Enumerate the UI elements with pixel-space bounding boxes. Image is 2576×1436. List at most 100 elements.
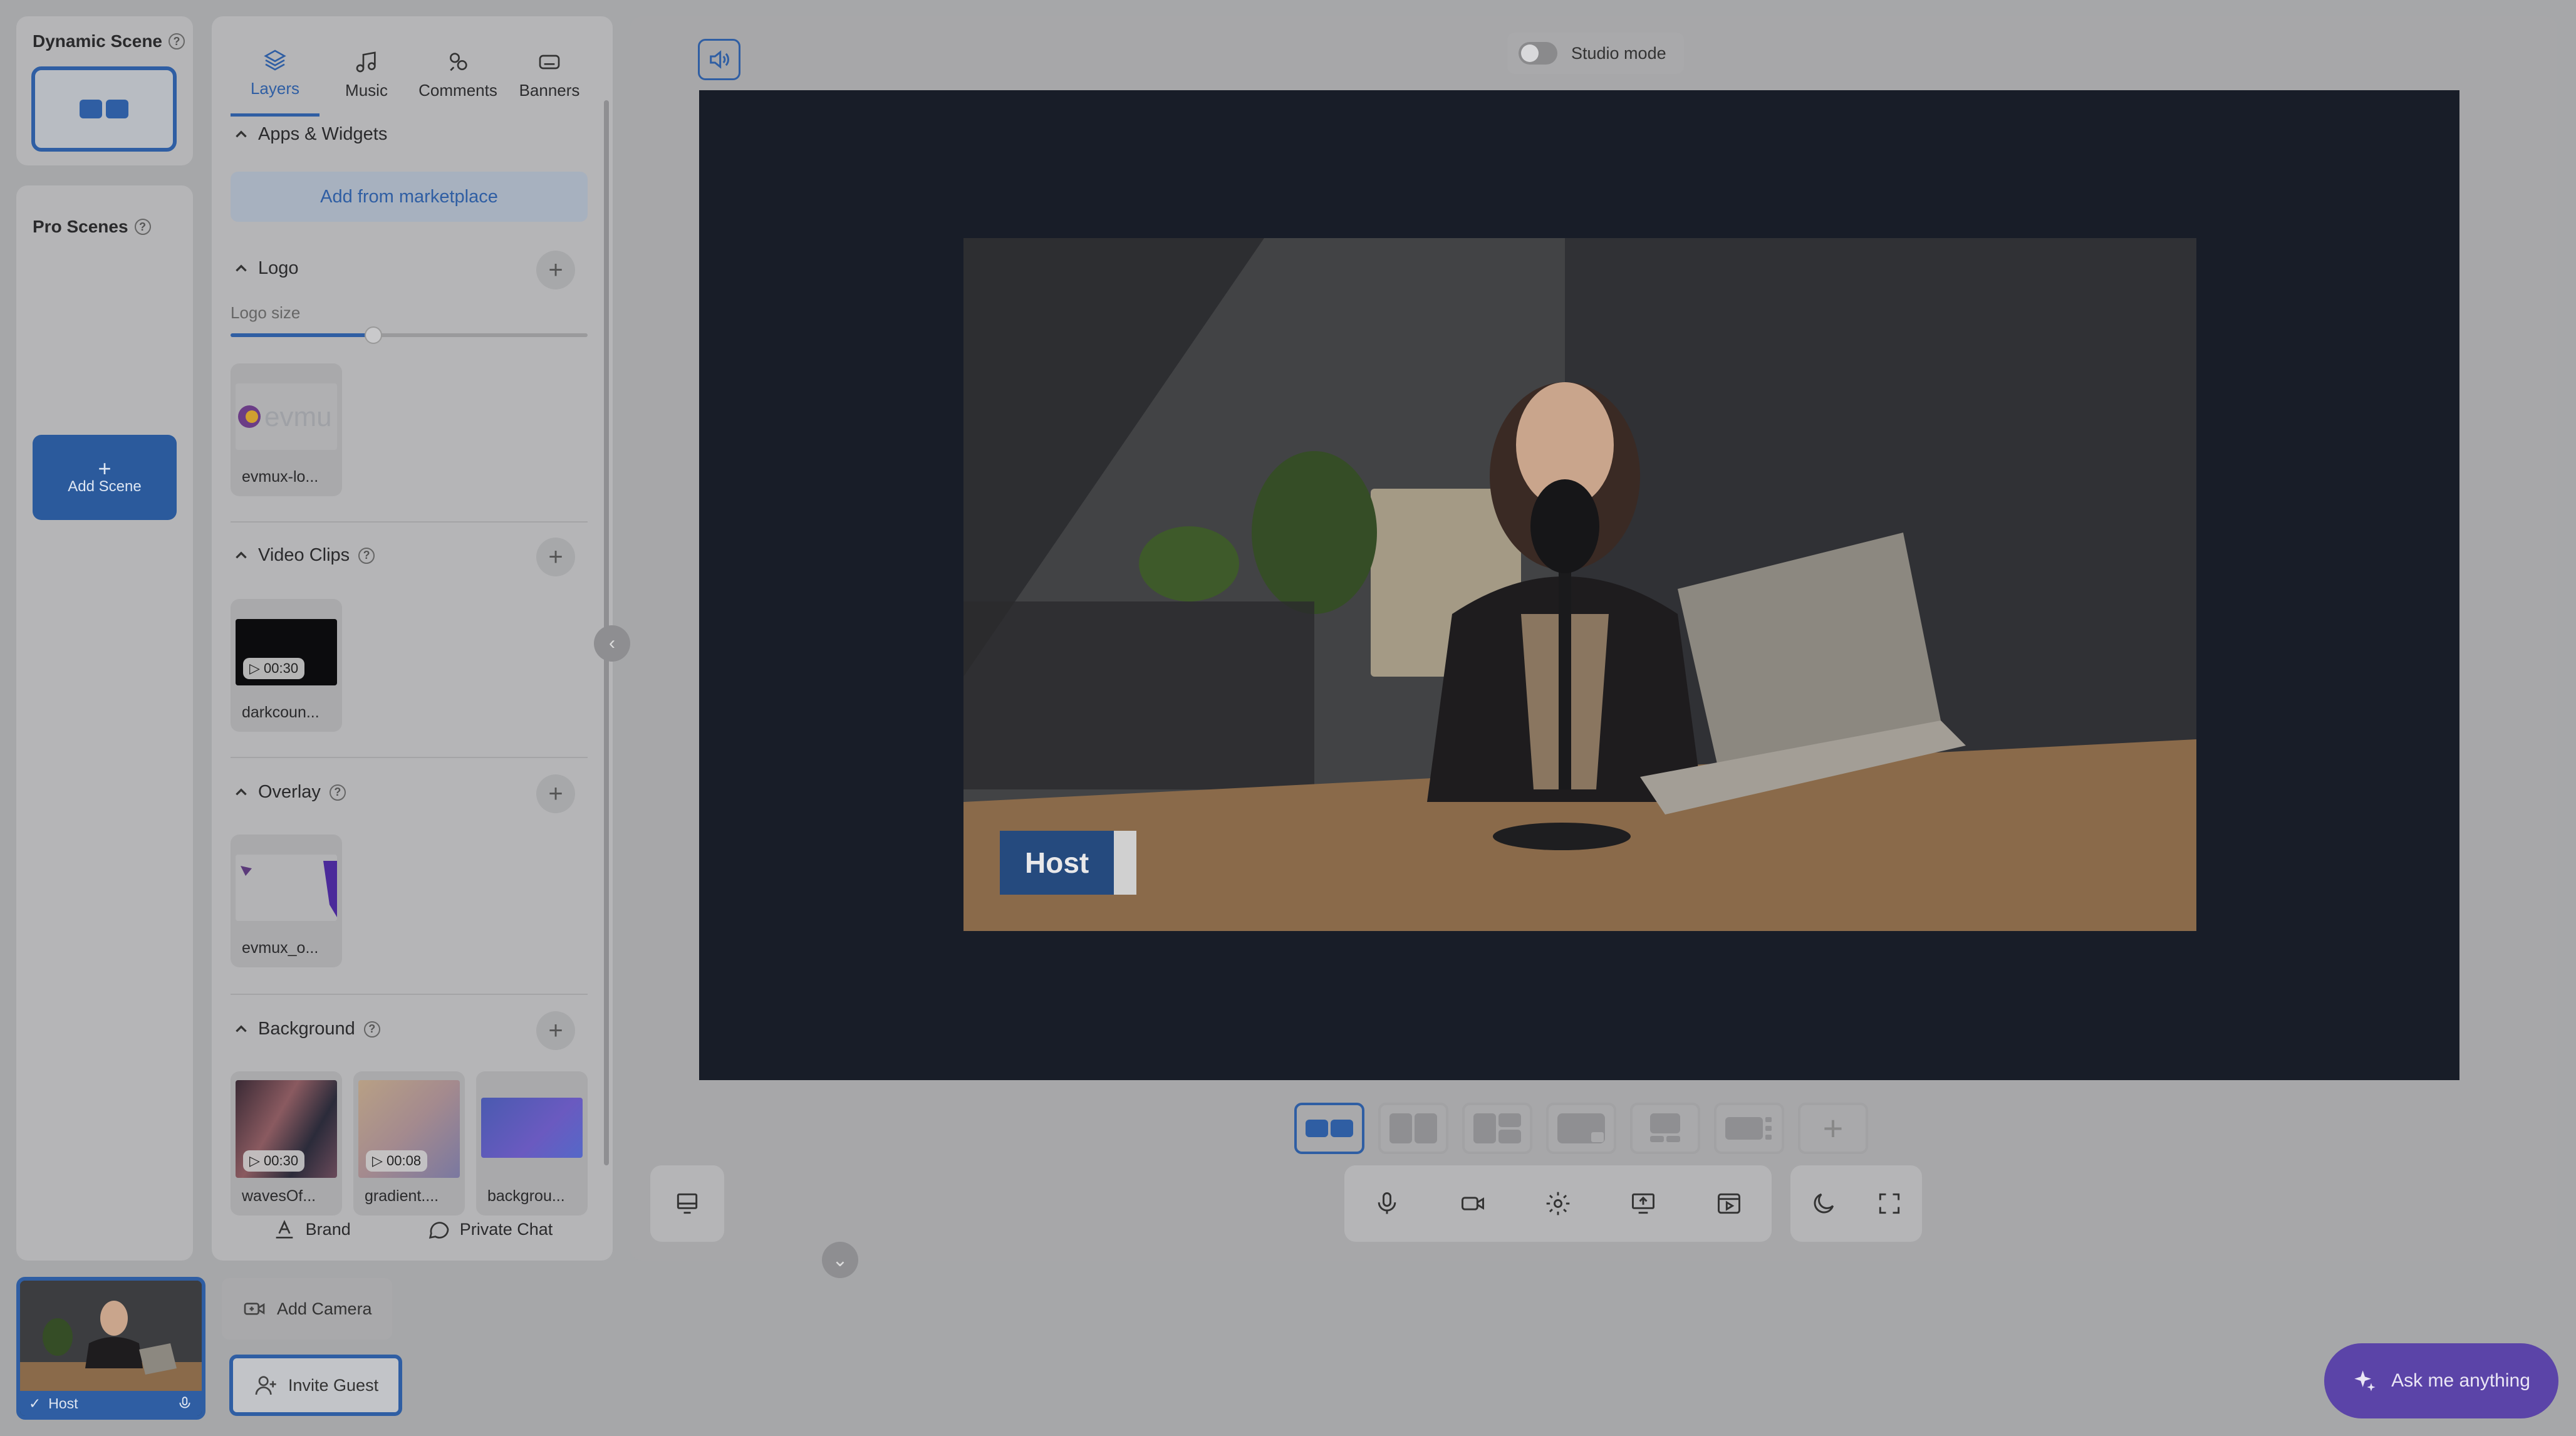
logo-header[interactable]: Logo (233, 258, 299, 279)
host-camera-thumbnail[interactable]: ✓ Host (16, 1277, 205, 1420)
invite-guest-button[interactable]: Invite Guest (229, 1355, 403, 1416)
name-tag-accent (1114, 831, 1137, 895)
background-asset[interactable]: ▷ 00:30 wavesOf... (231, 1071, 342, 1215)
studio-mode-toggle[interactable]: Studio mode (1507, 33, 1684, 74)
section-title: Background (258, 1019, 355, 1039)
camera-icon[interactable] (1459, 1190, 1487, 1217)
layout-sidebar[interactable] (1714, 1103, 1784, 1154)
tab-music[interactable]: Music (322, 33, 411, 117)
add-layout-button[interactable]: + (1798, 1103, 1868, 1154)
expand-bottom-button[interactable]: ⌄ (822, 1242, 858, 1278)
host-name-text: Host (1000, 831, 1114, 895)
video-clips-header[interactable]: Video Clips ? (233, 545, 375, 566)
add-camera-icon (244, 1303, 265, 1315)
plus-icon: + (1822, 1108, 1844, 1148)
toggle-switch[interactable] (1519, 42, 1557, 65)
chat-icon (428, 1222, 449, 1239)
add-overlay-button[interactable]: + (536, 774, 575, 813)
dynamic-scene-header: Dynamic Scene ? (33, 31, 185, 51)
stage-panel: Studio mode Host + (630, 16, 2557, 1261)
overlay-header[interactable]: Overlay ? (233, 782, 346, 803)
dynamic-scene-card: Dynamic Scene ? (16, 16, 193, 165)
help-icon[interactable]: ? (169, 33, 185, 49)
moon-icon[interactable] (1810, 1190, 1837, 1217)
background-header[interactable]: Background ? (233, 1019, 380, 1039)
fullscreen-icon[interactable] (1876, 1190, 1903, 1217)
background-asset[interactable]: ▷ 00:08 gradient.... (353, 1071, 465, 1215)
logo-size-label: Logo size (231, 303, 301, 322)
background-asset[interactable]: backgrou... (476, 1071, 588, 1215)
add-video-clip-button[interactable]: + (536, 538, 575, 576)
video-clip-asset[interactable]: ▷ 00:30 darkcoun... (231, 599, 342, 732)
layout-picture-in-picture[interactable] (1546, 1103, 1616, 1154)
media-icon[interactable] (1715, 1190, 1743, 1217)
slider-handle[interactable] (365, 326, 382, 344)
dynamic-scene-thumbnail[interactable] (31, 66, 177, 152)
duration-text: 00:30 (264, 660, 299, 676)
add-background-button[interactable]: + (536, 1011, 575, 1050)
host-video-image (963, 238, 2196, 931)
section-title: Video Clips (258, 545, 350, 565)
sparkle-icon (2354, 1370, 2376, 1392)
stage-canvas: Host (699, 90, 2459, 1080)
tab-label: Comments (418, 80, 497, 100)
tab-layers[interactable]: Layers (231, 33, 319, 117)
brand-button[interactable]: Brand (272, 1217, 351, 1242)
layout-grid[interactable] (1462, 1103, 1532, 1154)
host-name-tag: Host (1000, 831, 1137, 895)
add-scene-button[interactable]: + Add Scene (33, 435, 177, 520)
brand-icon (276, 1220, 293, 1239)
host-camera-preview (20, 1281, 202, 1398)
evmux-logo-image: evmu (238, 402, 332, 432)
add-from-marketplace-button[interactable]: Add from marketplace (231, 172, 588, 222)
add-camera-button[interactable]: Add Camera (222, 1278, 392, 1340)
music-icon (356, 51, 376, 72)
duration-text: 00:08 (387, 1153, 422, 1168)
panel-tabs: Layers Music Comments Banners (231, 33, 594, 117)
host-video-feed: Host (963, 238, 2196, 931)
asset-thumbnail: ▷ 00:08 (358, 1080, 460, 1178)
layout-sidebar-icon (1725, 1117, 1772, 1140)
chevron-up-icon (236, 551, 247, 558)
private-chat-button[interactable]: Private Chat (426, 1217, 553, 1242)
microphone-icon[interactable] (1373, 1190, 1401, 1217)
tab-comments[interactable]: Comments (413, 33, 502, 117)
audio-button[interactable] (698, 39, 740, 80)
gear-icon[interactable] (1544, 1190, 1572, 1217)
asset-thumbnail: ▷ 00:30 (236, 1080, 337, 1178)
section-title: Overlay (258, 782, 321, 802)
layout-pip-icon (1557, 1113, 1605, 1143)
layout-split[interactable] (1378, 1103, 1448, 1154)
dynamic-scene-title: Dynamic Scene (33, 31, 162, 51)
help-icon[interactable]: ? (358, 547, 375, 564)
speaker-icon (710, 50, 729, 69)
help-icon[interactable]: ? (329, 784, 346, 801)
help-icon[interactable]: ? (134, 219, 151, 235)
pro-scenes-header: Pro Scenes ? (33, 217, 151, 237)
collapse-panel-button[interactable]: ‹ (594, 625, 630, 662)
layout-presentation[interactable] (1630, 1103, 1700, 1154)
layers-panel: Layers Music Comments Banners Apps & Wid… (212, 16, 613, 1261)
divider (231, 757, 588, 758)
panel-footer: Brand Private Chat (212, 1217, 613, 1242)
logo-asset[interactable]: evmu evmux-lo... (231, 363, 342, 496)
share-screen-icon[interactable] (1629, 1190, 1657, 1217)
plus-icon: + (548, 256, 563, 284)
layout-side-by-side[interactable] (1294, 1103, 1364, 1154)
add-logo-button[interactable]: + (536, 251, 575, 289)
help-icon[interactable]: ? (363, 1021, 380, 1038)
layout-block (106, 100, 128, 118)
apps-widgets-header[interactable]: Apps & Widgets (233, 124, 387, 145)
overlay-asset[interactable]: evmux_o... (231, 835, 342, 967)
ask-me-anything-button[interactable]: Ask me anything (2324, 1343, 2558, 1418)
monitor-icon[interactable] (673, 1190, 701, 1217)
duration-badge: ▷ 00:30 (243, 658, 305, 679)
pro-scenes-card: Pro Scenes ? + Add Scene (16, 185, 193, 1261)
duration-text: 00:30 (264, 1153, 299, 1168)
asset-thumbnail (236, 855, 337, 921)
plus-icon: + (548, 779, 563, 808)
tab-label: Layers (250, 79, 300, 98)
tab-banners[interactable]: Banners (505, 33, 594, 117)
logo-size-slider[interactable] (231, 326, 588, 344)
brand-label: Brand (305, 1219, 351, 1239)
